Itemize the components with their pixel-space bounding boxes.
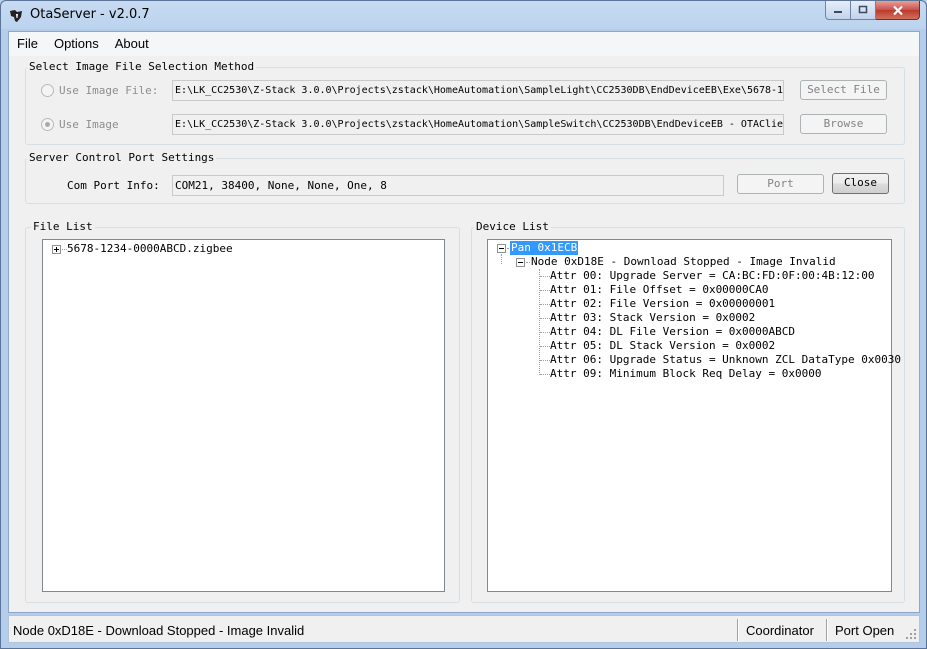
minimize-button[interactable]	[825, 1, 851, 20]
maximize-icon	[858, 5, 868, 14]
collapse-minus-icon[interactable]	[497, 244, 506, 253]
window-controls	[825, 1, 920, 21]
ti-logo-icon	[10, 10, 22, 22]
attr-node[interactable]: Attr 00: Upgrade Server = CA:BC:FD:0F:00…	[550, 269, 875, 283]
tree-connector	[540, 318, 550, 319]
device-list-tree[interactable]: Pan 0x1ECB Node 0xD18E - Download Stoppe…	[487, 239, 901, 592]
tree-connector	[540, 360, 550, 361]
status-port-state: Port Open	[835, 623, 895, 638]
attr-node[interactable]: Attr 01: File Offset = 0x00000CA0	[550, 283, 769, 297]
attr-node[interactable]: Attr 04: DL File Version = 0x0000ABCD	[550, 325, 795, 339]
close-icon	[892, 5, 903, 15]
use-image-path[interactable]: E:\LK_CC2530\Z-Stack 3.0.0\Projects\zsta…	[172, 114, 784, 135]
tree-connector	[501, 254, 502, 264]
tree-connector	[540, 346, 550, 347]
device-node[interactable]: Node 0xD18E - Download Stopped - Image I…	[531, 255, 836, 269]
window-title: OtaServer - v2.0.7	[30, 7, 150, 22]
menu-options[interactable]: Options	[46, 33, 107, 55]
title-bar[interactable]: OtaServer - v2.0.7	[1, 1, 926, 31]
menu-bar: File Options About	[9, 32, 919, 56]
use-image-radio[interactable]	[41, 118, 54, 131]
attr-node[interactable]: Attr 03: Stack Version = 0x0002	[550, 311, 755, 325]
maximize-button[interactable]	[851, 1, 876, 20]
menu-file[interactable]: File	[9, 33, 46, 55]
com-port-field[interactable]: COM21, 38400, None, None, One, 8	[172, 175, 724, 196]
app-window: OtaServer - v2.0.7 File Options About Se…	[0, 0, 927, 649]
server-control-title: Server Control Port Settings	[27, 151, 217, 164]
tree-connector	[540, 276, 550, 277]
expand-plus-icon[interactable]	[52, 245, 61, 254]
status-role: Coordinator	[746, 623, 814, 638]
use-image-file-path[interactable]: E:\LK_CC2530\Z-Stack 3.0.0\Projects\zsta…	[172, 80, 784, 101]
collapse-minus-icon[interactable]	[516, 258, 525, 267]
server-control-group: Server Control Port Settings Com Port In…	[25, 151, 905, 204]
status-bar: Node 0xD18E - Download Stopped - Image I…	[8, 615, 920, 643]
device-list-group: Device List Pan 0x1ECB Node 0xD18E - Dow…	[471, 220, 905, 603]
image-selection-title: Select Image File Selection Method	[27, 60, 257, 73]
client-area: File Options About Select Image File Sel…	[8, 31, 920, 613]
file-list-group: File List 5678-1234-0000ABCD.zigbee	[25, 220, 460, 603]
image-selection-group: Select Image File Selection Method Use I…	[25, 60, 905, 145]
attr-node[interactable]: Attr 06: Upgrade Status = Unknown ZCL Da…	[550, 353, 901, 367]
com-port-label: Com Port Info:	[67, 179, 160, 192]
close-port-button[interactable]: Close	[832, 173, 889, 194]
status-message: Node 0xD18E - Download Stopped - Image I…	[13, 623, 305, 638]
file-list-item[interactable]: 5678-1234-0000ABCD.zigbee	[67, 242, 233, 256]
pan-node[interactable]: Pan 0x1ECB	[510, 241, 579, 255]
resize-grip-icon[interactable]	[905, 628, 917, 640]
status-separator	[737, 619, 739, 641]
use-image-label: Use Image	[59, 118, 119, 131]
minimize-icon	[834, 11, 842, 13]
tree-connector	[540, 290, 550, 291]
tree-connector	[526, 262, 530, 263]
port-button[interactable]: Port	[737, 174, 824, 194]
browse-button[interactable]: Browse	[800, 114, 887, 134]
tree-connector	[540, 332, 550, 333]
close-window-button[interactable]	[876, 1, 920, 20]
tree-connector	[540, 304, 550, 305]
attr-node[interactable]: Attr 05: DL Stack Version = 0x0002	[550, 339, 775, 353]
attr-node[interactable]: Attr 02: File Version = 0x00000001	[550, 297, 775, 311]
select-file-button[interactable]: Select File	[800, 80, 887, 100]
device-list-title: Device List	[474, 220, 551, 233]
tree-connector	[540, 374, 550, 375]
file-list-title: File List	[31, 220, 95, 233]
status-separator	[826, 619, 828, 641]
use-image-file-label: Use Image File:	[59, 84, 159, 97]
menu-about[interactable]: About	[107, 33, 157, 55]
attr-node[interactable]: Attr 09: Minimum Block Req Delay = 0x000…	[550, 367, 822, 381]
use-image-file-radio[interactable]	[41, 84, 54, 97]
file-list-tree[interactable]: 5678-1234-0000ABCD.zigbee	[42, 239, 445, 592]
